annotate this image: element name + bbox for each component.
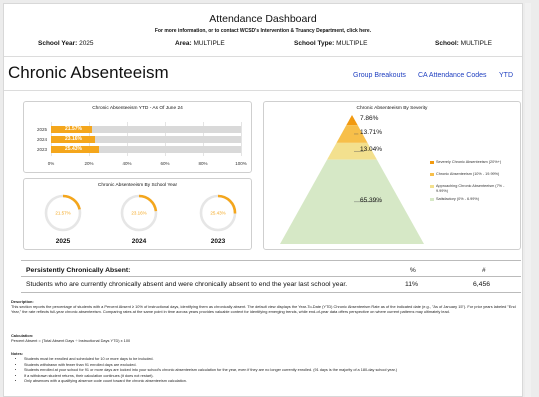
pca-top-border: [21, 260, 521, 261]
donut-value-label: 23.16%: [131, 211, 146, 216]
pca-count-header: #: [482, 267, 486, 274]
legend-swatch: [430, 161, 434, 164]
filter-school-type-value: MULTIPLE: [336, 40, 368, 47]
ytd-bar-chart-panel: Chronic Absenteeism YTD - As Of June 24 …: [23, 101, 252, 173]
pca-percent-header: %: [410, 267, 416, 274]
legend-item: Chronic Absenteeism (10% - 19.99%): [430, 172, 516, 177]
filter-school-value: MULTIPLE: [460, 40, 492, 47]
legend-swatch: [430, 198, 434, 201]
filter-area[interactable]: Area: MULTIPLE: [175, 40, 225, 47]
bar-x-tick-label: 20%: [84, 161, 94, 166]
bar-y-label: 2023: [37, 147, 48, 152]
filter-school-year-label: School Year:: [38, 40, 78, 47]
donut-year-label: 2024: [131, 238, 147, 245]
legend-label: Approaching Chronic Absenteeism (7% - 9.…: [436, 184, 505, 193]
calculation-text: Percent Absent = (Total Absent Days ÷ In…: [11, 338, 131, 344]
pyramid-value-label: 13.71%: [360, 128, 383, 136]
description-text: This section reports the percentage of s…: [11, 304, 516, 315]
filter-school-type-label: School Type:: [294, 40, 335, 47]
filter-school-year-value: 2025: [79, 40, 94, 47]
donut-2025[interactable]: 21.57%: [41, 191, 85, 235]
school-year-donut-panel: Chronic Absenteeism By School Year 21.57…: [23, 178, 252, 250]
bar-x-tick-label: 0%: [47, 161, 55, 166]
bar-track: 23.16%: [51, 136, 241, 143]
bar-track: 25.43%: [51, 146, 241, 153]
vertical-scrollbar[interactable]: [525, 3, 531, 397]
bar-x-tick-label: 60%: [160, 161, 170, 166]
bar-value-label: 23.16%: [65, 136, 82, 142]
pca-description: Students who are currently chronically a…: [26, 281, 348, 288]
bar-track: 21.57%: [51, 126, 241, 133]
bar-x-tick-label: 100%: [235, 161, 247, 166]
filter-school-type[interactable]: School Type: MULTIPLE: [294, 40, 367, 47]
donut-2024[interactable]: 23.16%: [117, 191, 161, 235]
legend-item: Severely Chronic Absenteeism (20%+): [430, 160, 516, 165]
notes-heading: Notes:: [11, 351, 24, 356]
title-divider: [4, 90, 522, 91]
ytd-chart-title: Chronic Absenteeism YTD - As Of June 24: [92, 106, 183, 111]
description-section: Description: This section reports the pe…: [11, 299, 519, 315]
legend-item: Satisfactory (0% - 6.99%): [430, 197, 516, 202]
pca-count-value: 6,456: [473, 281, 491, 288]
notes-list: Students must be enrolled and scheduled …: [18, 357, 518, 385]
page-title: Chronic Absenteeism: [8, 63, 169, 82]
legend-swatch: [430, 185, 434, 188]
donut-value-label: 21.57%: [55, 211, 70, 216]
contact-link[interactable]: For more information, or to contact WCSD…: [4, 28, 522, 34]
donut-2023[interactable]: 25.43%: [196, 191, 240, 235]
pyramid-value-label: 65.39%: [360, 196, 383, 204]
dashboard-title: Attendance Dashboard: [209, 13, 317, 25]
legend-item: Approaching Chronic Absenteeism (7% - 9.…: [430, 184, 516, 193]
dashboard-page: Attendance Dashboard For more informatio…: [3, 3, 523, 397]
pyramid-value-label: 7.86%: [360, 115, 379, 123]
bar-gridline: [241, 122, 242, 156]
pyramid-segment[interactable]: [346, 115, 358, 126]
pca-bottom-border: [21, 292, 521, 293]
bar-value-label: 21.57%: [65, 126, 82, 132]
legend-label: Satisfactory (0% - 6.99%): [436, 197, 480, 201]
pca-percent-value: 11%: [405, 281, 419, 288]
calculation-section: Calculation: Percent Absent = (Total Abs…: [11, 333, 519, 343]
legend-label: Chronic Absenteeism (10% - 19.99%): [436, 172, 500, 176]
bar-value-label: 25.43%: [65, 146, 82, 152]
legend-swatch: [430, 173, 434, 176]
pca-title: Persistently Chronically Absent:: [26, 267, 131, 274]
bar-y-label: 2024: [37, 137, 48, 142]
donut-year-label: 2023: [210, 238, 226, 245]
group-breakouts-link[interactable]: Group Breakouts: [353, 72, 406, 79]
pca-header-divider: [21, 276, 521, 277]
donut-value-label: 25.43%: [210, 211, 225, 216]
bar-x-tick-label: 80%: [198, 161, 208, 166]
filter-school-year[interactable]: School Year: 2025: [38, 40, 94, 47]
filter-area-value: MULTIPLE: [193, 40, 225, 47]
pyramid-value-label: 13.04%: [360, 146, 383, 154]
pyramid-segment[interactable]: [280, 159, 424, 244]
bar-x-tick-label: 40%: [122, 161, 132, 166]
note-item: Only absences with a qualifying absence …: [24, 379, 518, 385]
bar-y-label: 2025: [37, 127, 48, 132]
filter-school-label: School:: [435, 40, 459, 47]
ytd-link[interactable]: YTD: [499, 72, 513, 79]
legend-label: Severely Chronic Absenteeism (20%+): [436, 160, 502, 164]
ca-attendance-codes-link[interactable]: CA Attendance Codes: [418, 72, 487, 79]
filter-area-label: Area:: [175, 40, 192, 47]
donut-chart-title: Chronic Absenteeism By School Year: [97, 183, 178, 188]
header-divider: [4, 56, 522, 57]
donut-year-label: 2025: [55, 238, 71, 245]
filter-school[interactable]: School: MULTIPLE: [435, 40, 492, 47]
